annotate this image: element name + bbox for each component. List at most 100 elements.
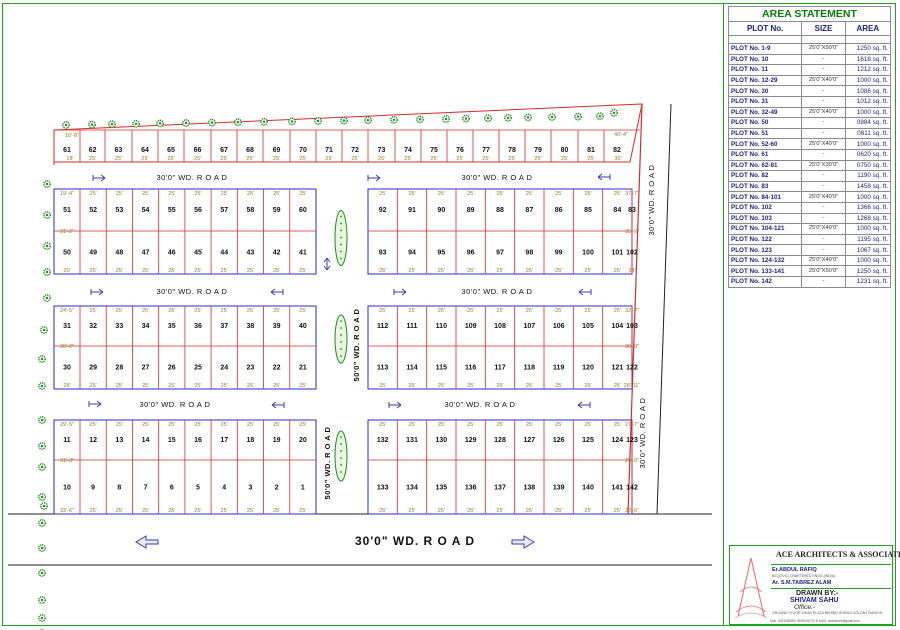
plot-number: 142 bbox=[626, 485, 638, 492]
dimension-label: 25' bbox=[555, 383, 562, 389]
dimension-label: 25' bbox=[168, 268, 175, 274]
plot-number: 95 bbox=[437, 250, 445, 257]
dimension-label: 25' bbox=[408, 268, 415, 274]
plot-number: 99 bbox=[555, 250, 563, 257]
dimension-label: 25' bbox=[467, 268, 474, 274]
tree-core bbox=[45, 182, 49, 186]
plot-number: 25 bbox=[194, 365, 202, 372]
dimension-label: 25' bbox=[142, 268, 149, 274]
dimension-label: 33'-6" bbox=[60, 508, 74, 514]
shrub-dot bbox=[340, 341, 342, 343]
dimension-label: 35'-9" bbox=[625, 229, 639, 235]
plot-number: 134 bbox=[406, 485, 418, 492]
dimension-label: 25' bbox=[325, 156, 332, 162]
dimension-label: 25' bbox=[379, 422, 386, 428]
area-row: PLOT No. 12-29 25'0"X40'0" 1000 sq. ft. bbox=[727, 74, 892, 87]
dimension-label: 25' bbox=[90, 268, 97, 274]
dimension-label: 25' bbox=[555, 191, 562, 197]
plot-number: 119 bbox=[553, 365, 564, 372]
dimension-label: 25' bbox=[90, 508, 97, 514]
dimension-label: 37'-7" bbox=[625, 191, 639, 197]
plot-number: 12 bbox=[89, 437, 97, 444]
dimension-label: 25' bbox=[168, 308, 175, 314]
plot-area-cell: 1012 sq. ft. bbox=[844, 95, 892, 108]
plot-number: 81 bbox=[587, 147, 595, 154]
plot-number: 50 bbox=[63, 250, 71, 257]
dimension-label: 25' bbox=[116, 191, 123, 197]
dimension-label: 25' bbox=[194, 422, 201, 428]
plot-number: 86 bbox=[555, 207, 563, 214]
plot-number: 129 bbox=[465, 437, 477, 444]
plot-number: 24 bbox=[220, 365, 228, 372]
plot-number: 56 bbox=[194, 207, 202, 214]
plot-number: 79 bbox=[534, 147, 542, 154]
plot-number: 44 bbox=[220, 250, 228, 257]
shrub-dot bbox=[340, 457, 342, 459]
dimension-label: 25' bbox=[168, 191, 175, 197]
plot-number: 101 bbox=[611, 250, 623, 257]
tree-core bbox=[45, 244, 49, 248]
road-arrow-right-icon bbox=[88, 400, 102, 408]
plot-number: 110 bbox=[436, 323, 447, 330]
road-arrow-vertical-icon bbox=[323, 257, 331, 271]
plot-number: 127 bbox=[523, 437, 535, 444]
plot-number: 51 bbox=[63, 207, 71, 214]
dimension-label: 25' bbox=[584, 383, 591, 389]
plot-number: 57 bbox=[220, 207, 228, 214]
plot-area-cell: 0811 sq. ft. bbox=[844, 127, 892, 140]
shrub-dot bbox=[340, 215, 342, 218]
plot-number: 75 bbox=[430, 147, 438, 154]
tree-core bbox=[40, 616, 44, 620]
dimension-label: 25' bbox=[247, 508, 254, 514]
plot-range-cell: PLOT No. 124-132 bbox=[727, 254, 803, 267]
road-label: 30'0" WD. R O A D bbox=[140, 400, 211, 409]
plot-number: 114 bbox=[406, 365, 417, 372]
plot-number: 3 bbox=[248, 485, 252, 492]
plot-number: 33 bbox=[115, 323, 123, 330]
plot-number: 30 bbox=[63, 365, 71, 372]
plot-number: 141 bbox=[611, 485, 623, 492]
tree-core bbox=[40, 546, 44, 550]
road-label: 30'0" WD. R O A D bbox=[445, 400, 516, 409]
dimension-label: 19'-4" bbox=[60, 191, 74, 197]
dimension-label: 25' bbox=[496, 191, 503, 197]
plot-number: 35 bbox=[168, 323, 176, 330]
dimension-label: 25' bbox=[247, 308, 254, 314]
plot-number: 100 bbox=[582, 250, 594, 257]
plot-number: 62 bbox=[89, 147, 97, 154]
dimension-label: 40'-4" bbox=[614, 132, 628, 138]
dimension-label: 25' bbox=[526, 508, 533, 514]
partner-2: Ar. S.M.TABREZ ALAM bbox=[772, 580, 832, 586]
road-arrow-right-icon bbox=[92, 174, 106, 182]
plot-area-cell: 1458 sq. ft. bbox=[844, 180, 892, 193]
area-row: PLOT No. 51-0811 sq. ft. bbox=[727, 127, 892, 140]
plot-labels: 61 6225'6325'6425'6525'6625'6725'6825'692… bbox=[60, 132, 656, 548]
site-plan-sheet: 61 62 25' 63 25' 64 25' 65 25' 66 25' 67 25' 68 25' 69 2… bbox=[0, 0, 900, 630]
dimension-label: 29'-5" bbox=[60, 422, 74, 428]
plot-area-cell: 1000 sq. ft. bbox=[844, 106, 892, 119]
plot-area-cell: 1000 sq. ft. bbox=[844, 74, 892, 87]
plot-number: 8 bbox=[117, 485, 121, 492]
plot-number: 19 bbox=[273, 437, 281, 444]
plot-number: 64 bbox=[141, 147, 149, 154]
plot-number: 87 bbox=[525, 207, 533, 214]
dimension-label: 25' bbox=[194, 156, 201, 162]
plot-range-cell: PLOT No. 12-29 bbox=[727, 74, 803, 87]
area-row: PLOT No. 133-141 25'0"X50'0" 1250 sq. ft. bbox=[727, 265, 892, 278]
dimension-label: 25'-9" bbox=[625, 458, 639, 464]
dimension-label: 25' bbox=[438, 422, 445, 428]
area-row: PLOT No. 50-0884 sq. ft. bbox=[727, 117, 892, 129]
area-row: PLOT No. 142-1231 sq. ft. bbox=[727, 276, 892, 288]
dimension-label: 25' bbox=[555, 268, 562, 274]
main-road-arrow-left-icon bbox=[135, 535, 159, 549]
plot-size-cell: 25'0"X40'0" bbox=[801, 191, 846, 203]
tree-core bbox=[342, 119, 346, 122]
dimension-label: 32'-7" bbox=[625, 308, 639, 314]
dimension-label: 25' bbox=[467, 422, 474, 428]
dimension-label: 25' bbox=[496, 308, 503, 314]
firm-logo-icon bbox=[734, 557, 768, 619]
plot-area-cell: 0884 sq. ft. bbox=[844, 117, 892, 129]
plot-range-cell: PLOT No. 10 bbox=[727, 53, 803, 66]
dimension-label: 25' bbox=[526, 308, 533, 314]
partner-1-qualification: B.E(CIVIL) CHARTERED ENGG.(INDIA) bbox=[772, 574, 836, 578]
